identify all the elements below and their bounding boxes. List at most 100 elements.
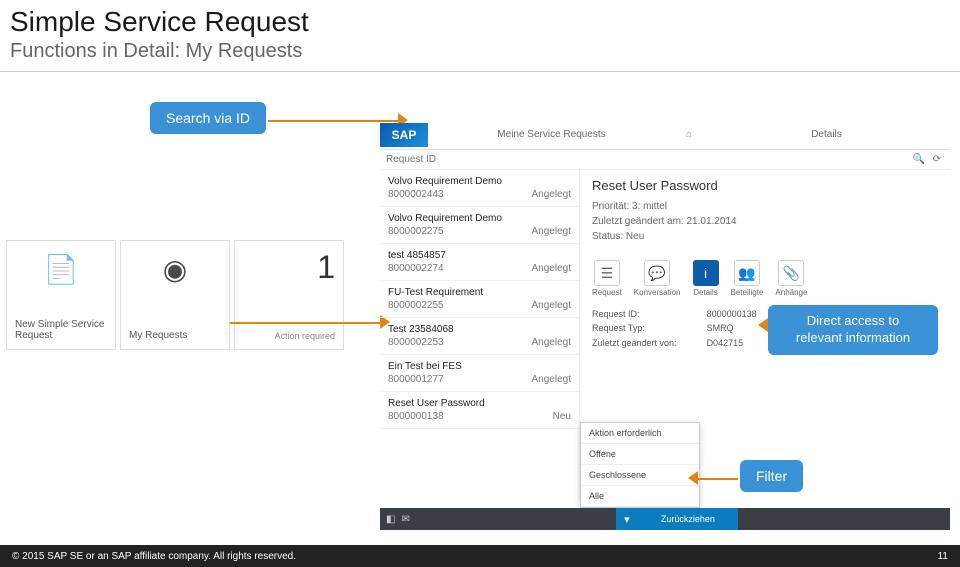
tab-conversation[interactable]: 💬 Konversation — [634, 260, 681, 297]
tab-request[interactable]: ☰ Request — [592, 260, 622, 297]
request-list: Volvo Requirement Demo 8000002443 Angelegt… — [380, 170, 580, 500]
item-status: Angelegt — [532, 300, 571, 311]
kv-label: Zuletzt geändert von: — [592, 336, 677, 350]
page-number: 11 — [938, 551, 948, 562]
info-icon: i — [693, 260, 719, 286]
item-title: Test 23584068 — [388, 324, 571, 335]
list-item[interactable]: Volvo Requirement Demo 8000002443 Angelegt — [380, 170, 579, 207]
item-id: 8000002274 — [388, 263, 444, 274]
filter-popup: Aktion erforderlich Offene Geschlossene … — [580, 422, 700, 508]
arrow-icon — [688, 471, 698, 485]
tab-label: Details — [693, 288, 717, 297]
callout-search: Search via ID — [150, 102, 266, 134]
people-icon: 👥 — [734, 260, 760, 286]
slide-footer: © 2015 SAP SE or an SAP affiliate compan… — [0, 545, 960, 567]
kv-value: SMRQ — [707, 321, 757, 335]
tile-sublabel: Action required — [243, 331, 335, 341]
tile-label: New Simple Service Request — [15, 319, 107, 341]
item-status: Angelegt — [532, 226, 571, 237]
search-row: 🔍 ⟳ — [380, 150, 950, 170]
callout-pointer — [698, 478, 738, 480]
document-icon: ☰ — [594, 260, 620, 286]
detail-tabs: ☰ Request 💬 Konversation i Details 👥 Beteili… — [592, 260, 938, 297]
filter-option[interactable]: Alle — [581, 486, 699, 507]
callout-pointer — [268, 120, 398, 122]
tab-details[interactable]: Details — [703, 123, 950, 146]
item-id: 8000002443 — [388, 189, 444, 200]
tab-label: Anhänge — [775, 288, 807, 297]
tab-details-icon[interactable]: i Details — [693, 260, 719, 297]
kv-label: Request Typ: — [592, 321, 677, 335]
item-status: Neu — [553, 411, 571, 422]
kv-label: Request ID: — [592, 307, 677, 321]
tile-action-required[interactable]: 1 Action required — [234, 240, 344, 350]
list-item[interactable]: Test 23584068 8000002253 Angelegt — [380, 318, 579, 355]
app-footer: ◧ ✉ ▾ Zurückziehen — [380, 508, 950, 530]
sap-logo: SAP — [380, 123, 428, 147]
list-item[interactable]: Reset User Password 8000000138 Neu — [380, 392, 579, 429]
refresh-icon[interactable]: ⟳ — [930, 154, 944, 165]
item-id: 8000000138 — [388, 411, 444, 422]
home-icon[interactable]: ⌂ — [675, 123, 703, 146]
item-status: Angelegt — [532, 263, 571, 274]
item-title: Reset User Password — [388, 398, 571, 409]
chart-icon[interactable]: ◧ — [386, 514, 395, 525]
status-value: Neu — [626, 231, 644, 242]
list-item[interactable]: Volvo Requirement Demo 8000002275 Angelegt — [380, 207, 579, 244]
priority-value: 3: mittel — [632, 201, 667, 212]
tab-participants[interactable]: 👥 Beteiligte — [731, 260, 764, 297]
chat-icon: 💬 — [644, 260, 670, 286]
tab-label: Beteiligte — [731, 288, 764, 297]
item-title: FU-Test Requirement — [388, 287, 571, 298]
priority-label: Priorität: — [592, 201, 629, 212]
tile-count: 1 — [243, 249, 335, 286]
slide-title: Simple Service Request — [0, 0, 960, 38]
search-icon[interactable]: 🔍 — [912, 154, 926, 165]
item-id: 8000002255 — [388, 300, 444, 311]
user-circle-icon: ◉ — [163, 253, 187, 286]
tile-my-requests[interactable]: ◉ My Requests — [120, 240, 230, 350]
item-status: Angelegt — [532, 189, 571, 200]
callout-direct-access: Direct access to relevant information — [768, 305, 938, 355]
item-title: Volvo Requirement Demo — [388, 176, 571, 187]
callout-filter: Filter — [740, 460, 803, 492]
document-plus-icon: 📄 — [44, 253, 79, 286]
changed-label: Zuletzt geändert am: — [592, 216, 684, 227]
list-item[interactable]: FU-Test Requirement 8000002255 Angelegt — [380, 281, 579, 318]
app-header: SAP Meine Service Requests ⌂ Details — [380, 120, 950, 150]
item-title: Ein Test bei FES — [388, 361, 571, 372]
status-label: Status: — [592, 231, 623, 242]
callout-pointer — [230, 322, 380, 324]
item-title: Volvo Requirement Demo — [388, 213, 571, 224]
tab-attachments[interactable]: 📎 Anhänge — [775, 260, 807, 297]
copyright: © 2015 SAP SE or an SAP affiliate compan… — [12, 551, 296, 562]
item-status: Angelegt — [532, 337, 571, 348]
kv-value: 8000000138 — [707, 307, 757, 321]
tile-label: My Requests — [129, 330, 221, 341]
filter-button[interactable]: ▾ — [616, 508, 638, 530]
mail-icon[interactable]: ✉ — [401, 514, 409, 525]
filter-option[interactable]: Geschlossene — [581, 465, 699, 486]
kv-value: D042715 — [707, 336, 757, 350]
tile-new-request[interactable]: 📄 New Simple Service Request — [6, 240, 116, 350]
item-status: Angelegt — [532, 374, 571, 385]
paperclip-icon: 📎 — [778, 260, 804, 286]
item-title: test 4854857 — [388, 250, 571, 261]
search-input[interactable] — [386, 154, 908, 165]
item-id: 8000002275 — [388, 226, 444, 237]
list-item[interactable]: test 4854857 8000002274 Angelegt — [380, 244, 579, 281]
arrow-icon — [758, 318, 768, 332]
launchpad: 📄 New Simple Service Request ◉ My Reques… — [6, 240, 344, 350]
tab-label: Konversation — [634, 288, 681, 297]
tab-label: Request — [592, 288, 622, 297]
slide-subtitle: Functions in Detail: My Requests — [0, 38, 960, 72]
item-id: 8000002253 — [388, 337, 444, 348]
withdraw-button[interactable]: Zurückziehen — [638, 508, 738, 530]
detail-title: Reset User Password — [592, 178, 938, 193]
changed-value: 21.01.2014 — [687, 216, 737, 227]
filter-option[interactable]: Offene — [581, 444, 699, 465]
list-item[interactable]: Ein Test bei FES 8000001277 Angelegt — [380, 355, 579, 392]
tab-requests[interactable]: Meine Service Requests — [428, 123, 675, 146]
filter-option[interactable]: Aktion erforderlich — [581, 423, 699, 444]
item-id: 8000001277 — [388, 374, 444, 385]
